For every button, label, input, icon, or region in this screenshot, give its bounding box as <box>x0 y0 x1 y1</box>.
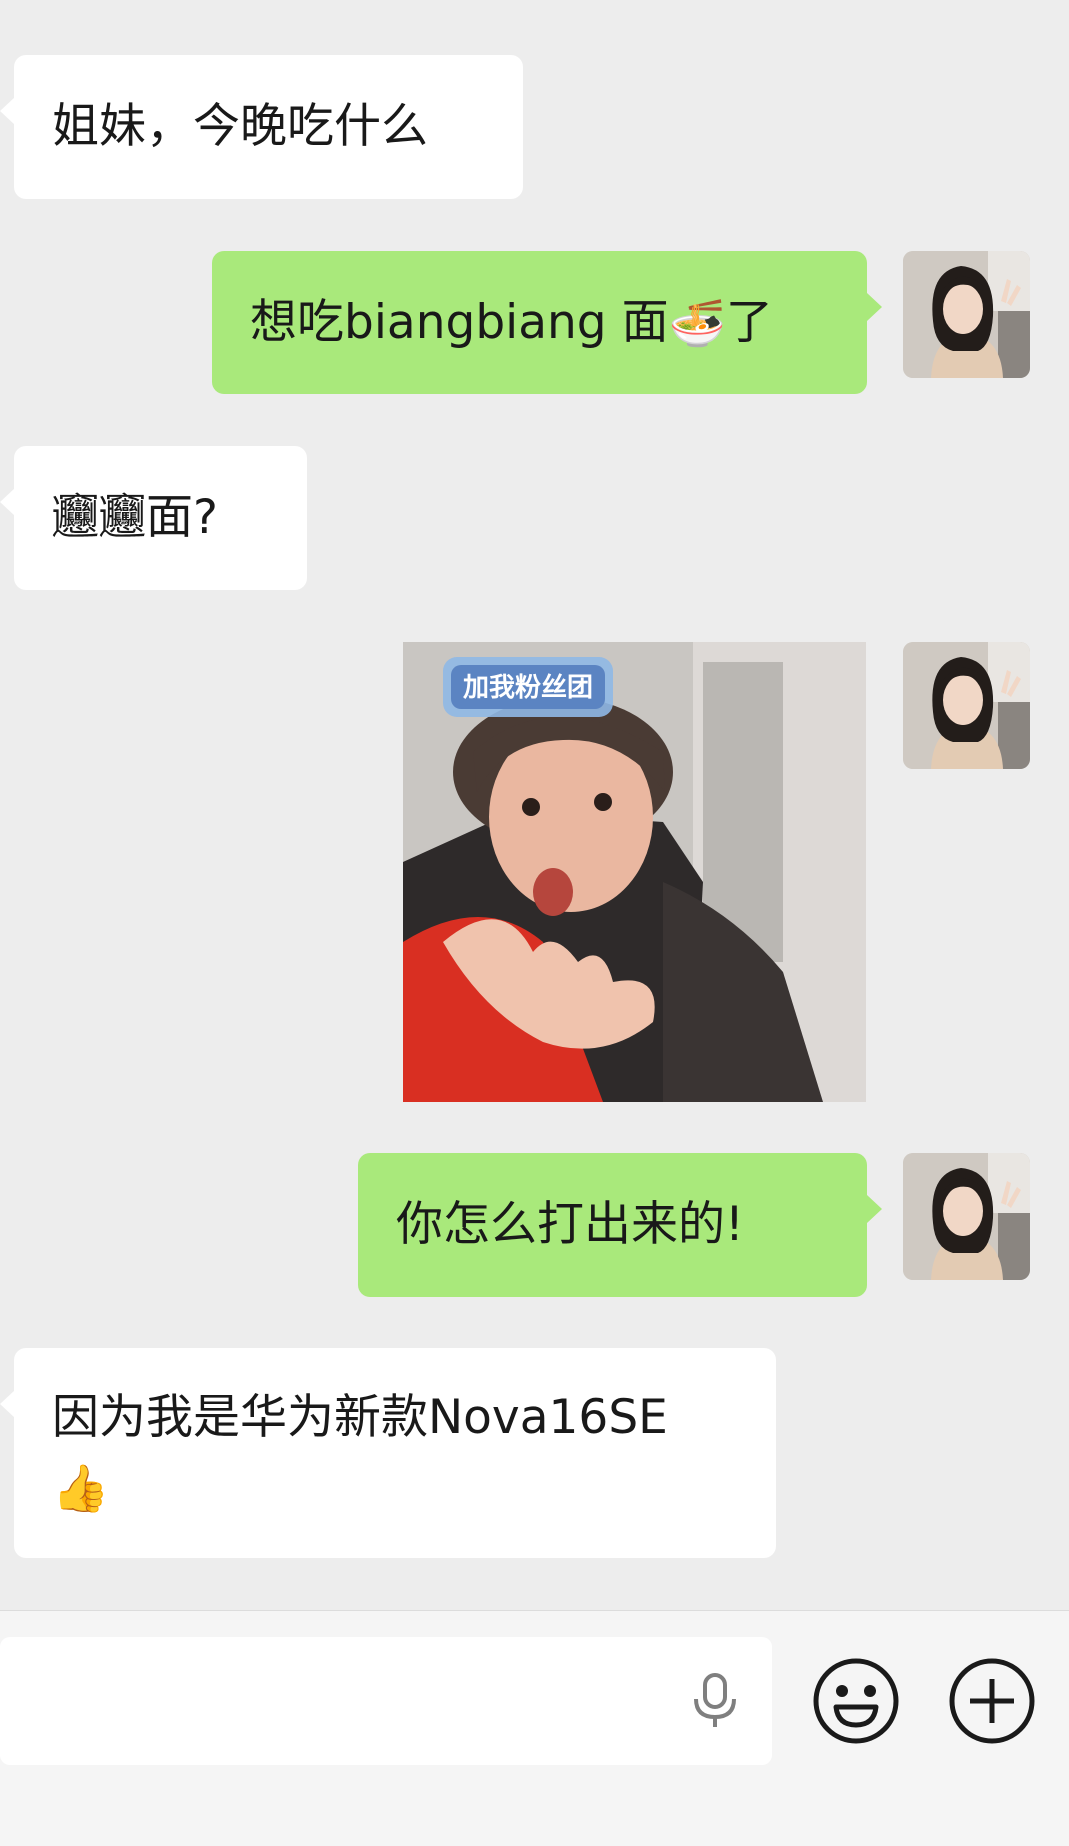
noodle-bowl-icon: 🍜 <box>668 295 726 350</box>
avatar-image <box>903 642 1030 769</box>
message-bubble-incoming[interactable]: 因为我是华为新款Nova16SE 👍 <box>0 1348 776 1558</box>
avatar[interactable] <box>903 1153 1030 1280</box>
avatar-image <box>903 1153 1030 1280</box>
message-bubble-incoming[interactable]: 𰻞𰻞面? <box>0 446 307 590</box>
avatar[interactable] <box>903 642 1030 769</box>
message-text: 因为我是华为新款Nova16SE <box>52 1390 668 1445</box>
message-input[interactable] <box>0 1637 772 1765</box>
message-text: 你怎么打出来的! <box>396 1197 744 1252</box>
avatar[interactable] <box>903 251 1030 378</box>
smiley-icon[interactable] <box>812 1657 900 1745</box>
avatar-image <box>903 251 1030 378</box>
plus-circle-icon[interactable] <box>948 1657 1036 1745</box>
thumbs-up-icon: 👍 <box>52 1461 110 1515</box>
sticker-caption: 加我粉丝团 <box>463 673 593 703</box>
message-text: 想吃biangbiang 面 <box>250 294 669 350</box>
sticker-illustration: 加我粉丝团 <box>403 642 866 1102</box>
message-text-suffix: 了 <box>725 294 773 350</box>
sticker-image[interactable]: 加我粉丝团 <box>403 642 866 1102</box>
message-bubble-outgoing[interactable]: 你怎么打出来的! <box>358 1153 882 1297</box>
microphone-icon[interactable] <box>690 1673 740 1729</box>
message-bubble-incoming[interactable]: 姐妹，今晚吃什么 <box>0 55 523 199</box>
input-bar <box>0 1610 1069 1846</box>
message-text: 姐妹，今晚吃什么 <box>52 99 428 154</box>
message-bubble-outgoing[interactable]: 想吃biangbiang 面 🍜 了 <box>212 251 882 394</box>
message-text: 𰻞𰻞面? <box>52 490 218 545</box>
chat-area: 姐妹，今晚吃什么 想吃biangbiang 面 🍜 了 𰻞𰻞面? 加我粉丝团 你… <box>0 0 1069 1610</box>
